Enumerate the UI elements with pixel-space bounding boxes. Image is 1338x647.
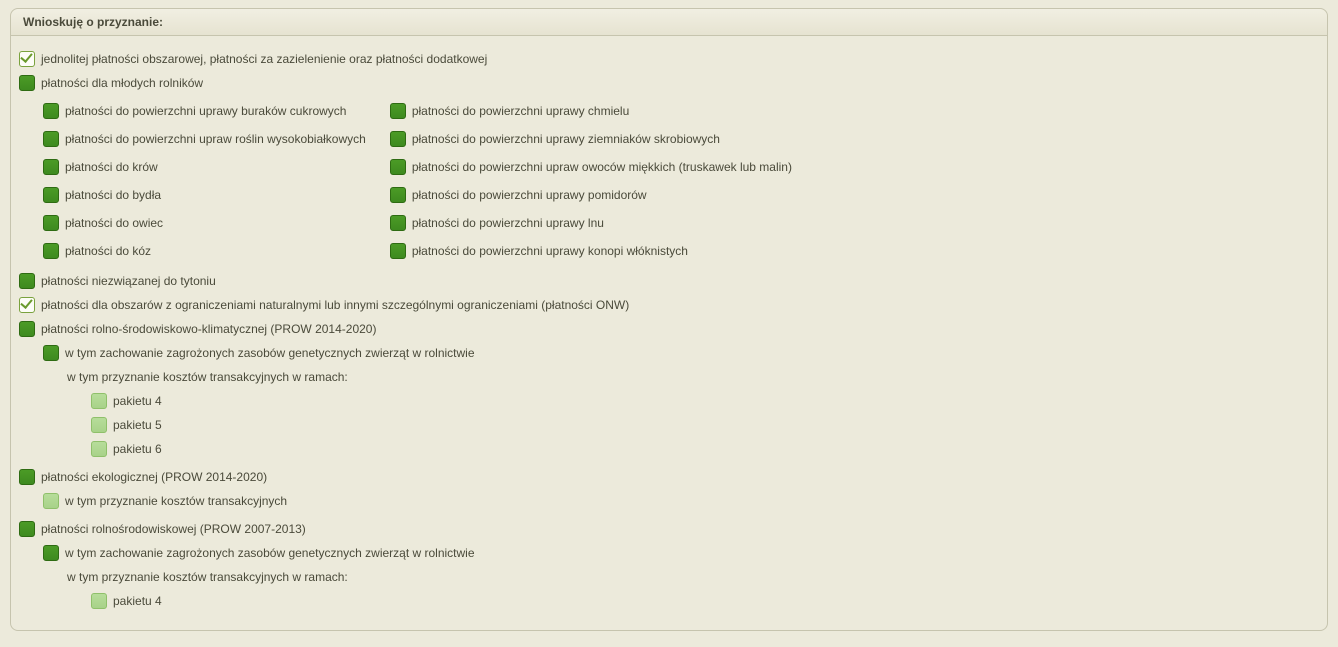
checkbox-pakiet-5[interactable]: [91, 417, 107, 433]
checkbox-ziemniaki[interactable]: [390, 131, 406, 147]
label-len: płatności do powierzchni uprawy lnu: [412, 215, 604, 231]
panel-body: jednolitej płatności obszarowej, płatnoś…: [11, 36, 1327, 630]
checkbox-rolnosrod-genetyczne[interactable]: [43, 545, 59, 561]
label-ekologiczna: płatności ekologicznej (PROW 2014-2020): [41, 469, 267, 485]
checkbox-pakiet-6[interactable]: [91, 441, 107, 457]
label-krowy: płatności do krów: [65, 159, 158, 175]
label-wysokobialkowe: płatności do powierzchni upraw roślin wy…: [65, 131, 366, 147]
label-koszty-transakcyjne: w tym przyznanie kosztów transakcyjnych …: [67, 369, 348, 385]
label-rolnosrod-koszty: w tym przyznanie kosztów transakcyjnych …: [67, 569, 348, 585]
label-genetyczne-zwierzeta: w tym zachowanie zagrożonych zasobów gen…: [65, 345, 475, 361]
payments-grid: płatności do powierzchni uprawy buraków …: [19, 98, 1319, 264]
checkbox-len[interactable]: [390, 215, 406, 231]
checkbox-onw[interactable]: [19, 297, 35, 313]
checkbox-krowy[interactable]: [43, 159, 59, 175]
checkbox-rolnosrodowiskowa[interactable]: [19, 521, 35, 537]
panel-title: Wnioskuję o przyznanie:: [11, 9, 1327, 36]
checkbox-ekologiczna[interactable]: [19, 469, 35, 485]
checkbox-ekologiczna-koszty[interactable]: [43, 493, 59, 509]
checkbox-kozy[interactable]: [43, 243, 59, 259]
checkbox-bydlo[interactable]: [43, 187, 59, 203]
checkbox-owce[interactable]: [43, 215, 59, 231]
checkbox-pakiet-4b[interactable]: [91, 593, 107, 609]
checkbox-konopie[interactable]: [390, 243, 406, 259]
checkbox-genetyczne-zwierzeta[interactable]: [43, 345, 59, 361]
checkbox-pomidory[interactable]: [390, 187, 406, 203]
label-kozy: płatności do kóz: [65, 243, 151, 259]
label-ziemniaki: płatności do powierzchni uprawy ziemniak…: [412, 131, 720, 147]
checkbox-owoce-miekkie[interactable]: [390, 159, 406, 175]
checkbox-chmiel[interactable]: [390, 103, 406, 119]
checkbox-mlodzi-rolnicy[interactable]: [19, 75, 35, 91]
checkbox-pakiet-4a[interactable]: [91, 393, 107, 409]
application-panel: Wnioskuję o przyznanie: jednolitej płatn…: [10, 8, 1328, 631]
checkbox-tyton[interactable]: [19, 273, 35, 289]
label-pakiet-6: pakietu 6: [113, 441, 162, 457]
label-jednolita-platnosc: jednolitej płatności obszarowej, płatnoś…: [41, 51, 487, 67]
label-pakiet-4b: pakietu 4: [113, 593, 162, 609]
label-chmiel: płatności do powierzchni uprawy chmielu: [412, 103, 629, 119]
label-pakiet-4a: pakietu 4: [113, 393, 162, 409]
label-mlodzi-rolnicy: płatności dla młodych rolników: [41, 75, 203, 91]
label-pakiet-5: pakietu 5: [113, 417, 162, 433]
checkbox-wysokobialkowe[interactable]: [43, 131, 59, 147]
label-owce: płatności do owiec: [65, 215, 163, 231]
label-onw: płatności dla obszarów z ograniczeniami …: [41, 297, 629, 313]
label-konopie: płatności do powierzchni uprawy konopi w…: [412, 243, 688, 259]
label-ekologiczna-koszty: w tym przyznanie kosztów transakcyjnych: [65, 493, 287, 509]
label-tyton: płatności niezwiązanej do tytoniu: [41, 273, 216, 289]
label-rolno-klimatyczna: płatności rolno-środowiskowo-klimatyczne…: [41, 321, 376, 337]
checkbox-jednolita-platnosc[interactable]: [19, 51, 35, 67]
label-owoce-miekkie: płatności do powierzchni upraw owoców mi…: [412, 159, 792, 175]
label-buraki: płatności do powierzchni uprawy buraków …: [65, 103, 346, 119]
label-rolnosrodowiskowa: płatności rolnośrodowiskowej (PROW 2007-…: [41, 521, 306, 537]
checkbox-buraki[interactable]: [43, 103, 59, 119]
label-rolnosrod-genetyczne: w tym zachowanie zagrożonych zasobów gen…: [65, 545, 475, 561]
checkbox-rolno-klimatyczna[interactable]: [19, 321, 35, 337]
label-bydlo: płatności do bydła: [65, 187, 161, 203]
label-pomidory: płatności do powierzchni uprawy pomidoró…: [412, 187, 647, 203]
